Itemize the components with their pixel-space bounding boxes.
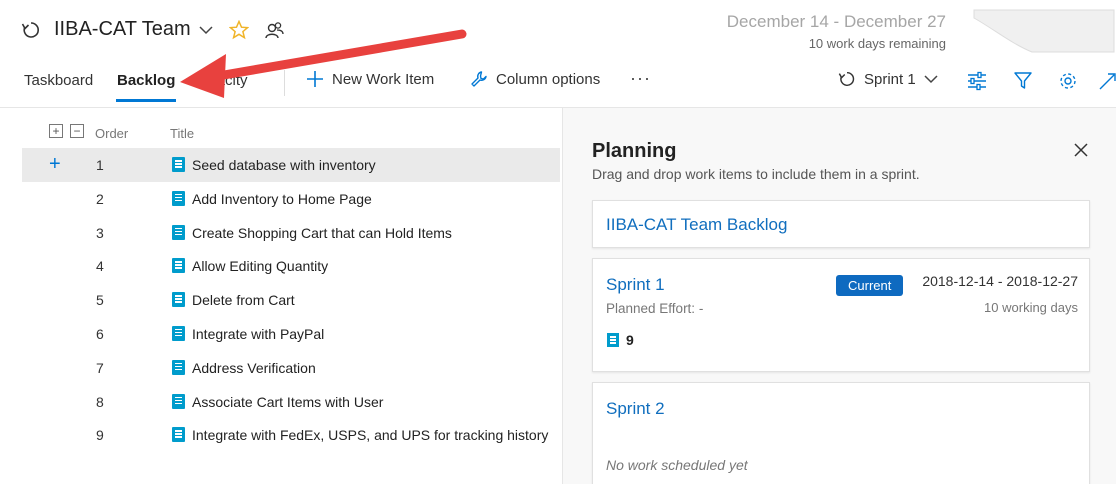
work-days-remaining: 10 work days remaining <box>808 36 946 51</box>
row-title[interactable]: Delete from Cart <box>192 292 295 308</box>
nav-bar: Taskboard Backlog apacity New Work Item … <box>0 62 1116 102</box>
row-title[interactable]: Add Inventory to Home Page <box>192 191 372 207</box>
table-row[interactable]: 8 Associate Cart Items with User <box>22 385 560 419</box>
row-title[interactable]: Associate Cart Items with User <box>192 394 383 410</box>
sprint-name-link[interactable]: Sprint 2 <box>606 399 665 419</box>
team-name[interactable]: IIBA-CAT Team <box>54 18 191 41</box>
row-order: 1 <box>96 157 104 173</box>
burndown-sparkline[interactable] <box>972 8 1116 54</box>
tab-backlog[interactable]: Backlog <box>117 72 175 89</box>
work-item-icon <box>172 427 185 443</box>
table-row[interactable]: 3 Create Shopping Cart that can Hold Ite… <box>22 216 560 250</box>
table-row[interactable]: 4 Allow Editing Quantity <box>22 249 560 283</box>
filter-icon[interactable] <box>1013 71 1033 91</box>
team-backlog-link[interactable]: IIBA-CAT Team Backlog <box>606 215 787 235</box>
work-item-icon <box>607 333 619 347</box>
column-header-title[interactable]: Title <box>170 126 194 141</box>
sprint-cycle-icon <box>20 19 42 41</box>
backlog-grid: + − Order Title + 1 Seed database with i… <box>22 118 560 452</box>
sprint-dates: 2018-12-14 - 2018-12-27 <box>922 273 1078 289</box>
work-item-icon <box>172 359 185 375</box>
work-item-count: 9 <box>626 332 634 348</box>
row-title[interactable]: Integrate with FedEx, USPS, and UPS for … <box>192 427 548 443</box>
column-header-order[interactable]: Order <box>95 126 128 141</box>
column-options-button[interactable]: Column options <box>470 70 600 88</box>
grid-header: + − Order Title <box>22 118 560 148</box>
current-badge: Current <box>836 275 904 296</box>
work-item-icon <box>172 292 185 308</box>
planning-title: Planning <box>592 140 677 162</box>
table-row[interactable]: + 1 Seed database with inventory <box>22 148 560 182</box>
sprint-date-range: December 14 - December 27 <box>726 12 946 31</box>
row-order: 2 <box>96 190 104 207</box>
new-work-item-button[interactable]: New Work Item <box>306 70 434 88</box>
row-order: 5 <box>96 292 104 309</box>
work-item-icon <box>172 190 185 206</box>
work-item-icon <box>172 157 185 172</box>
row-order: 3 <box>96 224 104 241</box>
empty-sprint-message: No work scheduled yet <box>606 457 748 473</box>
chevron-down-icon <box>924 74 938 84</box>
add-child-icon[interactable]: + <box>49 154 61 174</box>
sprint-card[interactable]: Sprint 1 Current 2018-12-14 - 2018-12-27… <box>592 258 1090 372</box>
toolbar-divider <box>284 70 285 96</box>
backlog-rows: + 1 Seed database with inventory 2 Add I… <box>22 148 560 452</box>
settings-gear-icon[interactable] <box>1058 71 1078 91</box>
collapse-all-button[interactable]: − <box>70 124 84 138</box>
sprint-name-link[interactable]: Sprint 1 <box>606 275 665 295</box>
expand-all-button[interactable]: + <box>49 124 63 138</box>
active-tab-indicator <box>116 99 176 102</box>
table-row[interactable]: 5 Delete from Cart <box>22 283 560 317</box>
row-title[interactable]: Allow Editing Quantity <box>192 258 328 274</box>
row-order: 6 <box>96 325 104 342</box>
planned-effort: Planned Effort: - <box>606 301 704 316</box>
work-item-icon <box>172 258 185 274</box>
work-item-icon <box>172 224 185 240</box>
row-title[interactable]: Seed database with inventory <box>192 157 376 173</box>
sprint-cycle-icon <box>838 70 856 88</box>
table-row[interactable]: 9 Integrate with FedEx, USPS, and UPS fo… <box>22 418 560 452</box>
new-work-item-label: New Work Item <box>332 70 435 88</box>
tab-capacity[interactable]: apacity <box>200 72 248 89</box>
backlog-card[interactable]: IIBA-CAT Team Backlog <box>592 200 1090 248</box>
row-order: 7 <box>96 359 104 376</box>
row-order: 9 <box>96 427 104 444</box>
sprint-selector-label: Sprint 1 <box>864 70 916 88</box>
work-item-icon <box>172 325 185 341</box>
close-icon[interactable] <box>1073 142 1089 158</box>
table-row[interactable]: 2 Add Inventory to Home Page <box>22 182 560 216</box>
sprint-card[interactable]: Sprint 2 No work scheduled yet <box>592 382 1090 484</box>
row-title[interactable]: Address Verification <box>192 360 316 376</box>
row-order: 8 <box>96 393 104 410</box>
sprint-date-info: December 14 - December 27 10 work days r… <box>727 12 946 51</box>
work-item-icon <box>172 393 185 409</box>
sprint-selector[interactable]: Sprint 1 <box>838 70 938 88</box>
plus-icon <box>306 70 324 88</box>
chevron-down-icon[interactable] <box>199 25 213 35</box>
table-row[interactable]: 6 Integrate with PayPal <box>22 317 560 351</box>
favorite-star-icon[interactable] <box>228 19 249 40</box>
table-row[interactable]: 7 Address Verification <box>22 351 560 385</box>
tab-taskboard[interactable]: Taskboard <box>24 72 93 89</box>
wrench-icon <box>470 70 488 88</box>
team-selector[interactable]: IIBA-CAT Team <box>20 18 285 41</box>
working-days: 10 working days <box>984 300 1078 315</box>
row-title[interactable]: Integrate with PayPal <box>192 326 324 342</box>
planning-pane: Planning Drag and drop work items to inc… <box>562 108 1116 484</box>
fullscreen-icon[interactable] <box>1098 71 1116 91</box>
row-order: 4 <box>96 258 104 275</box>
more-actions-button[interactable]: ··· <box>630 68 651 89</box>
view-options-icon[interactable] <box>966 71 988 91</box>
column-options-label: Column options <box>496 70 601 88</box>
planning-subtitle: Drag and drop work items to include them… <box>592 166 920 182</box>
team-members-icon[interactable] <box>265 21 285 39</box>
page-header: IIBA-CAT Team December 14 - December 27 … <box>0 0 1116 108</box>
row-title[interactable]: Create Shopping Cart that can Hold Items <box>192 225 452 241</box>
